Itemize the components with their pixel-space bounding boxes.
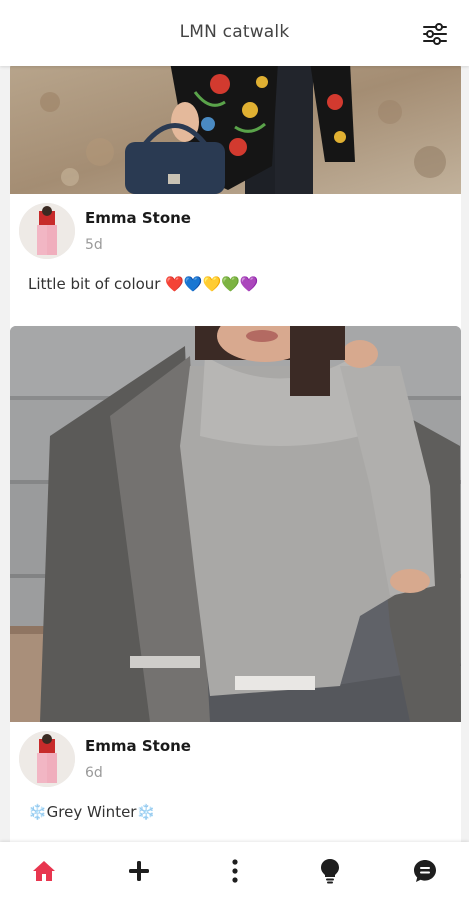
post-author-row[interactable]: Emma Stone 6d	[10, 727, 461, 791]
avatar[interactable]	[19, 203, 75, 259]
nav-more[interactable]	[211, 847, 259, 895]
nav-add-post[interactable]	[115, 847, 163, 895]
post-caption: Little bit of colour ❤️💙💛💚💜	[28, 275, 259, 293]
nav-ideas[interactable]	[306, 847, 354, 895]
post-photo[interactable]	[10, 66, 461, 194]
nav-chat[interactable]	[401, 847, 449, 895]
page-title: LMN catwalk	[179, 22, 290, 42]
home-icon	[33, 861, 55, 881]
plus-icon	[129, 861, 150, 881]
chat-icon	[414, 860, 436, 882]
post-feed[interactable]: Emma Stone 5d Little bit of colour ❤️💙💛💚…	[10, 66, 461, 842]
post-timestamp: 5d	[85, 237, 103, 253]
filter-button[interactable]	[419, 18, 451, 50]
more-vertical-icon	[231, 859, 238, 883]
author-name[interactable]: Emma Stone	[85, 209, 191, 227]
avatar[interactable]	[19, 731, 75, 787]
post-photo[interactable]	[10, 326, 461, 722]
bottom-nav	[0, 842, 469, 900]
author-name[interactable]: Emma Stone	[85, 737, 191, 755]
post-author-row[interactable]: Emma Stone 5d	[10, 199, 461, 263]
lightbulb-icon	[320, 859, 339, 884]
sliders-icon	[423, 23, 447, 45]
post-timestamp: 6d	[85, 765, 103, 781]
nav-home[interactable]	[20, 847, 68, 895]
app-header: LMN catwalk	[0, 0, 469, 66]
post-caption: ❄️Grey Winter❄️	[28, 803, 156, 821]
post-card[interactable]: Emma Stone 6d ❄️Grey Winter❄️	[10, 326, 461, 842]
